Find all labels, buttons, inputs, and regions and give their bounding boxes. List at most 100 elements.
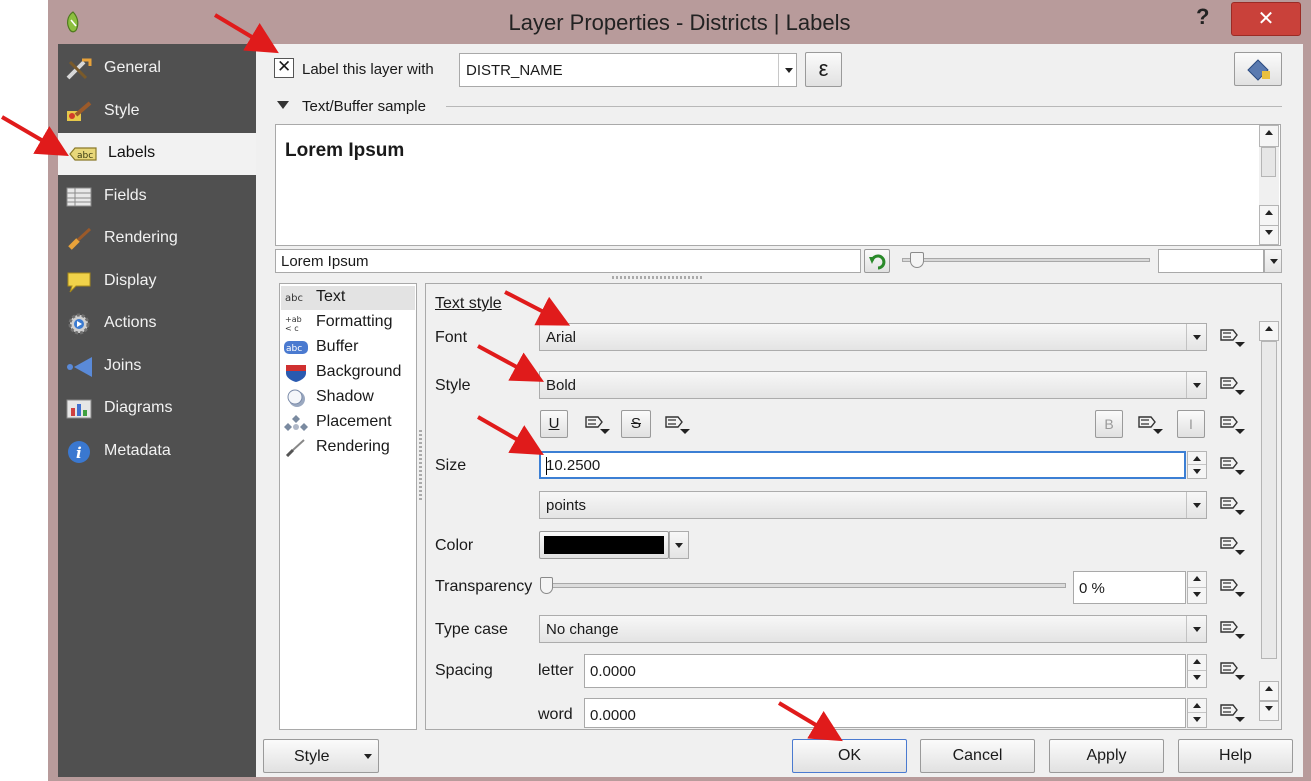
- data-defined-override-bold-icon[interactable]: [1136, 414, 1166, 436]
- sidebar-item-labels[interactable]: abc Labels: [58, 133, 256, 175]
- data-defined-override-italic-icon[interactable]: [1218, 414, 1248, 436]
- apply-button[interactable]: Apply: [1049, 739, 1164, 773]
- label-field-combo[interactable]: DISTR_NAME: [459, 53, 797, 87]
- scroll-mid-button[interactable]: [1259, 681, 1279, 701]
- preview-scroll-mid-button[interactable]: [1259, 205, 1279, 227]
- chevron-down-icon[interactable]: [277, 101, 289, 109]
- size-unit-value: points: [546, 497, 587, 514]
- letter-spacing-input[interactable]: 0.0000: [584, 654, 1186, 688]
- sidebar-item-label: Metadata: [104, 442, 171, 459]
- preview-zoom-slider-track[interactable]: [902, 258, 1150, 262]
- checkbox-x-mark-icon: ✕: [277, 57, 292, 76]
- data-defined-override-type-case-icon[interactable]: [1218, 619, 1248, 641]
- chevron-down-icon[interactable]: [1186, 324, 1206, 350]
- style-menu-label: Style: [294, 748, 330, 765]
- font-combo[interactable]: Arial: [539, 323, 1207, 351]
- color-button[interactable]: [539, 531, 669, 559]
- undo-arrow-icon: [869, 254, 886, 270]
- sample-text-value: Lorem Ipsum: [281, 253, 369, 270]
- type-case-combo[interactable]: No change: [539, 615, 1207, 643]
- preview-scroll-thumb[interactable]: [1261, 147, 1276, 177]
- help-button[interactable]: Help: [1178, 739, 1293, 773]
- size-spinbox-buttons[interactable]: [1187, 451, 1207, 479]
- chevron-down-icon[interactable]: [1186, 492, 1206, 518]
- help-question-icon[interactable]: ?: [1196, 4, 1209, 30]
- tree-item-label: Buffer: [316, 338, 359, 355]
- word-spacing-spinbox-buttons[interactable]: [1187, 698, 1207, 728]
- font-style-combo[interactable]: Bold: [539, 371, 1207, 399]
- transparency-input[interactable]: 0 %: [1073, 571, 1186, 604]
- sidebar-item-fields[interactable]: Fields: [58, 176, 256, 218]
- word-spacing-label: word: [538, 706, 573, 723]
- splitter-handle[interactable]: [612, 276, 702, 279]
- preview-scrollbar[interactable]: [1259, 125, 1279, 245]
- transparency-spinbox-buttons[interactable]: [1187, 571, 1207, 604]
- close-window-button[interactable]: ✕: [1231, 2, 1301, 36]
- size-input[interactable]: 10.2500: [539, 451, 1186, 479]
- color-label: Color: [435, 537, 474, 554]
- svg-text:i: i: [76, 444, 82, 462]
- title-bar[interactable]: Layer Properties - Districts | Labels ? …: [48, 0, 1311, 44]
- background-shield-icon: [286, 365, 306, 382]
- italic-button[interactable]: I: [1177, 410, 1205, 438]
- transparency-slider-track[interactable]: [540, 583, 1066, 588]
- diagrams-chart-icon: [66, 399, 92, 419]
- data-defined-override-transparency-icon[interactable]: [1218, 577, 1248, 599]
- sample-text-input[interactable]: Lorem Ipsum: [275, 249, 861, 273]
- preview-color-dropdown[interactable]: [1264, 249, 1282, 273]
- text-style-scrollbar[interactable]: [1259, 321, 1279, 721]
- display-bubble-icon: [67, 272, 91, 293]
- sidebar-item-actions[interactable]: Actions: [58, 303, 256, 345]
- preview-background-color[interactable]: [1158, 249, 1264, 273]
- underline-button[interactable]: U: [540, 410, 568, 438]
- chevron-down-icon[interactable]: [1186, 616, 1206, 642]
- fields-table-icon: [66, 187, 92, 207]
- expression-button[interactable]: ε: [805, 52, 842, 87]
- scroll-down-button[interactable]: [1259, 701, 1279, 721]
- bold-button[interactable]: B: [1095, 410, 1123, 438]
- data-defined-override-font-icon[interactable]: [1218, 327, 1248, 349]
- preview-scroll-up-button[interactable]: [1259, 125, 1279, 147]
- layer-style-settings-button[interactable]: [1234, 52, 1282, 86]
- sidebar: General Style abc Labels Fields Renderin…: [58, 44, 256, 777]
- data-defined-override-letter-spacing-icon[interactable]: [1218, 660, 1248, 682]
- chevron-down-icon[interactable]: [1186, 372, 1206, 398]
- transparency-slider-handle[interactable]: [540, 577, 553, 594]
- ok-button[interactable]: OK: [792, 739, 907, 773]
- reset-sample-button[interactable]: [864, 249, 890, 273]
- section-divider: [446, 106, 1282, 107]
- data-defined-override-unit-icon[interactable]: [1218, 495, 1248, 517]
- vertical-splitter-handle[interactable]: [419, 430, 422, 500]
- preview-scroll-down-button[interactable]: [1259, 225, 1279, 245]
- strikeout-button[interactable]: S: [621, 410, 651, 438]
- style-menu-button[interactable]: Style: [263, 739, 379, 773]
- letter-spacing-spinbox-buttons[interactable]: [1187, 654, 1207, 688]
- chevron-down-icon[interactable]: [778, 54, 796, 86]
- label-preview-area: Lorem Ipsum: [275, 124, 1281, 246]
- font-style-value: Bold: [546, 377, 577, 394]
- sidebar-item-rendering[interactable]: Rendering: [58, 218, 256, 260]
- sidebar-item-style[interactable]: Style: [58, 91, 256, 133]
- scroll-up-button[interactable]: [1259, 321, 1279, 341]
- data-defined-override-underline-icon[interactable]: [583, 414, 613, 436]
- sidebar-item-general[interactable]: General: [58, 48, 256, 90]
- scroll-thumb[interactable]: [1261, 341, 1277, 659]
- svg-text:+ab: +ab: [285, 315, 302, 324]
- size-unit-combo[interactable]: points: [539, 491, 1207, 519]
- color-dropdown[interactable]: [669, 531, 689, 559]
- sidebar-item-joins[interactable]: Joins: [58, 346, 256, 388]
- sidebar-item-display[interactable]: Display: [58, 261, 256, 303]
- data-defined-override-word-spacing-icon[interactable]: [1218, 702, 1248, 724]
- word-spacing-input[interactable]: 0.0000: [584, 698, 1186, 728]
- cancel-button[interactable]: Cancel: [920, 739, 1035, 773]
- data-defined-override-style-icon[interactable]: [1218, 375, 1248, 397]
- preview-zoom-slider-handle[interactable]: [910, 252, 924, 268]
- data-defined-override-color-icon[interactable]: [1218, 535, 1248, 557]
- tree-item-label: Background: [316, 363, 402, 380]
- data-defined-override-strikeout-icon[interactable]: [663, 414, 693, 436]
- sidebar-item-diagrams[interactable]: Diagrams: [58, 388, 256, 430]
- label-layer-checkbox[interactable]: ✕: [274, 57, 294, 78]
- sidebar-item-metadata[interactable]: i Metadata: [58, 431, 256, 473]
- font-value: Arial: [546, 329, 577, 346]
- data-defined-override-size-icon[interactable]: [1218, 455, 1248, 477]
